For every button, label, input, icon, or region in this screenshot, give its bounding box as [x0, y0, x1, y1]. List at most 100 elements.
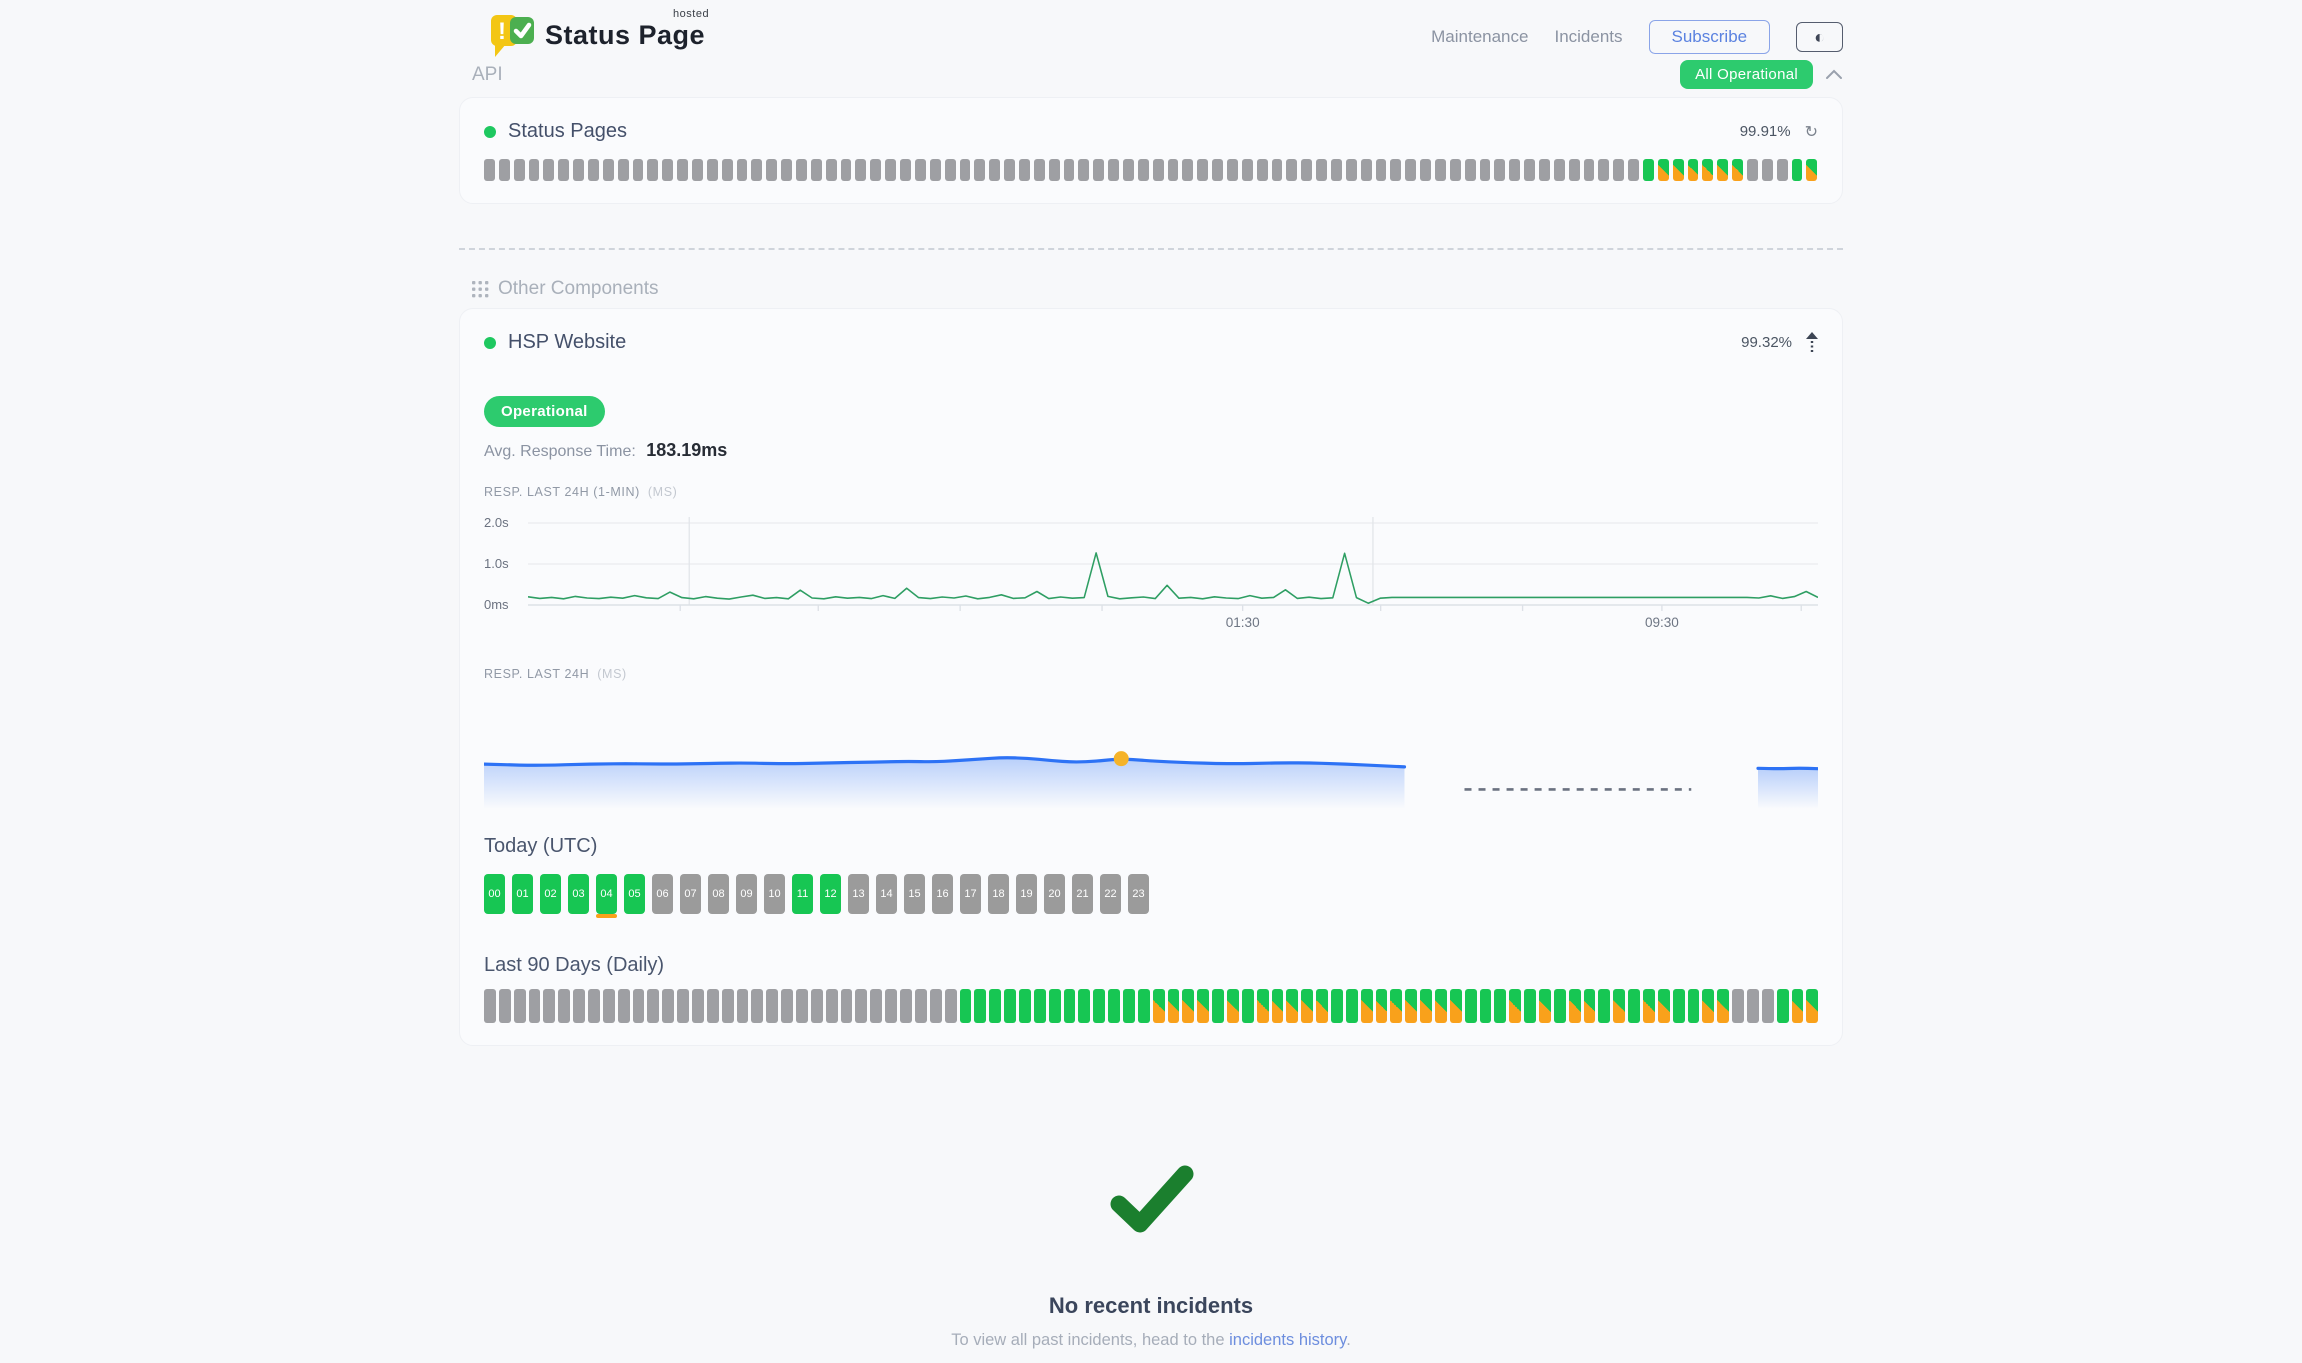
uptime-block-gray[interactable] [1509, 159, 1520, 181]
day-block-gray[interactable] [677, 989, 689, 1023]
uptime-block-gray[interactable] [722, 159, 733, 181]
day-block-mixed[interactable] [1569, 989, 1581, 1023]
day-block-green[interactable] [1212, 989, 1224, 1023]
day-block-green[interactable] [1123, 989, 1135, 1023]
uptime-block-gray[interactable] [1286, 159, 1297, 181]
day-block-green[interactable] [974, 989, 986, 1023]
day-block-mixed[interactable] [1361, 989, 1373, 1023]
day-block-mixed[interactable] [1792, 989, 1804, 1023]
day-block-green[interactable] [1598, 989, 1610, 1023]
uptime-block-gray[interactable] [573, 159, 584, 181]
day-block-green[interactable] [989, 989, 1001, 1023]
day-block-gray[interactable] [514, 989, 526, 1023]
hour-block-00[interactable]: 00 [484, 874, 505, 914]
day-block-gray[interactable] [1747, 989, 1759, 1023]
incidents-history-link[interactable]: incidents history [1229, 1331, 1346, 1349]
hour-block-13[interactable]: 13 [848, 874, 869, 914]
uptime-block-gray[interactable] [1554, 159, 1565, 181]
uptime-block-gray[interactable] [662, 159, 673, 181]
uptime-block-green[interactable] [1643, 159, 1654, 181]
day-block-mixed[interactable] [1301, 989, 1313, 1023]
uptime-block-mixed[interactable] [1658, 159, 1669, 181]
uptime-block-gray[interactable] [514, 159, 525, 181]
uptime-block-gray[interactable] [1108, 159, 1119, 181]
uptime-block-mixed[interactable] [1806, 159, 1817, 181]
uptime-block-gray[interactable] [781, 159, 792, 181]
hour-block-09[interactable]: 09 [736, 874, 757, 914]
uptime-block-gray[interactable] [1376, 159, 1387, 181]
uptime-block-gray[interactable] [1762, 159, 1773, 181]
day-block-gray[interactable] [573, 989, 585, 1023]
uptime-block-mixed[interactable] [1732, 159, 1743, 181]
day-block-green[interactable] [1331, 989, 1343, 1023]
nav-maintenance[interactable]: Maintenance [1431, 27, 1528, 47]
uptime-block-gray[interactable] [1777, 159, 1788, 181]
day-block-gray[interactable] [811, 989, 823, 1023]
day-block-gray[interactable] [558, 989, 570, 1023]
uptime-block-gray[interactable] [1123, 159, 1134, 181]
uptime-block-gray[interactable] [558, 159, 569, 181]
uptime-block-gray[interactable] [960, 159, 971, 181]
uptime-block-mixed[interactable] [1688, 159, 1699, 181]
day-block-gray[interactable] [841, 989, 853, 1023]
day-block-green[interactable] [1064, 989, 1076, 1023]
hour-block-03[interactable]: 03 [568, 874, 589, 914]
uptime-block-gray[interactable] [900, 159, 911, 181]
uptime-block-gray[interactable] [870, 159, 881, 181]
uptime-block-gray[interactable] [1628, 159, 1639, 181]
uptime-block-gray[interactable] [945, 159, 956, 181]
uptime-block-gray[interactable] [1569, 159, 1580, 181]
day-block-gray[interactable] [796, 989, 808, 1023]
day-block-gray[interactable] [1732, 989, 1744, 1023]
day-block-gray[interactable] [499, 989, 511, 1023]
hour-block-08[interactable]: 08 [708, 874, 729, 914]
uptime-block-gray[interactable] [588, 159, 599, 181]
day-block-mixed[interactable] [1539, 989, 1551, 1023]
uptime-block-gray[interactable] [1257, 159, 1268, 181]
hour-block-11[interactable]: 11 [792, 874, 813, 914]
day-block-mixed[interactable] [1286, 989, 1298, 1023]
day-block-mixed[interactable] [1450, 989, 1462, 1023]
hour-block-20[interactable]: 20 [1044, 874, 1065, 914]
day-block-green[interactable] [1346, 989, 1358, 1023]
day-block-green[interactable] [1049, 989, 1061, 1023]
day-block-mixed[interactable] [1584, 989, 1596, 1023]
uptime-block-gray[interactable] [811, 159, 822, 181]
day-block-green[interactable] [1078, 989, 1090, 1023]
day-block-green[interactable] [1138, 989, 1150, 1023]
day-block-green[interactable] [1628, 989, 1640, 1023]
uptime-block-gray[interactable] [1465, 159, 1476, 181]
uptime-block-gray[interactable] [1539, 159, 1550, 181]
day-block-mixed[interactable] [1272, 989, 1284, 1023]
uptime-block-gray[interactable] [543, 159, 554, 181]
day-block-mixed[interactable] [1227, 989, 1239, 1023]
day-block-green[interactable] [1004, 989, 1016, 1023]
day-block-mixed[interactable] [1197, 989, 1209, 1023]
day-block-green[interactable] [1524, 989, 1536, 1023]
hour-block-17[interactable]: 17 [960, 874, 981, 914]
uptime-block-gray[interactable] [796, 159, 807, 181]
uptime-block-gray[interactable] [1331, 159, 1342, 181]
day-block-green[interactable] [960, 989, 972, 1023]
uptime-block-gray[interactable] [1405, 159, 1416, 181]
uptime-block-gray[interactable] [930, 159, 941, 181]
hour-block-21[interactable]: 21 [1072, 874, 1093, 914]
uptime-block-gray[interactable] [1390, 159, 1401, 181]
day-block-green[interactable] [1777, 989, 1789, 1023]
day-block-mixed[interactable] [1316, 989, 1328, 1023]
uptime-block-mixed[interactable] [1702, 159, 1713, 181]
uptime-block-gray[interactable] [1019, 159, 1030, 181]
hour-block-19[interactable]: 19 [1016, 874, 1037, 914]
uptime-block-gray[interactable] [499, 159, 510, 181]
day-block-gray[interactable] [588, 989, 600, 1023]
refresh-icon[interactable]: ↻ [1805, 122, 1818, 142]
day-block-gray[interactable] [529, 989, 541, 1023]
uptime-block-gray[interactable] [484, 159, 495, 181]
day-block-gray[interactable] [885, 989, 897, 1023]
uptime-block-gray[interactable] [1584, 159, 1595, 181]
uptime-block-gray[interactable] [1524, 159, 1535, 181]
hour-block-18[interactable]: 18 [988, 874, 1009, 914]
day-block-mixed[interactable] [1717, 989, 1729, 1023]
uptime-block-gray[interactable] [1272, 159, 1283, 181]
uptime-block-gray[interactable] [1168, 159, 1179, 181]
